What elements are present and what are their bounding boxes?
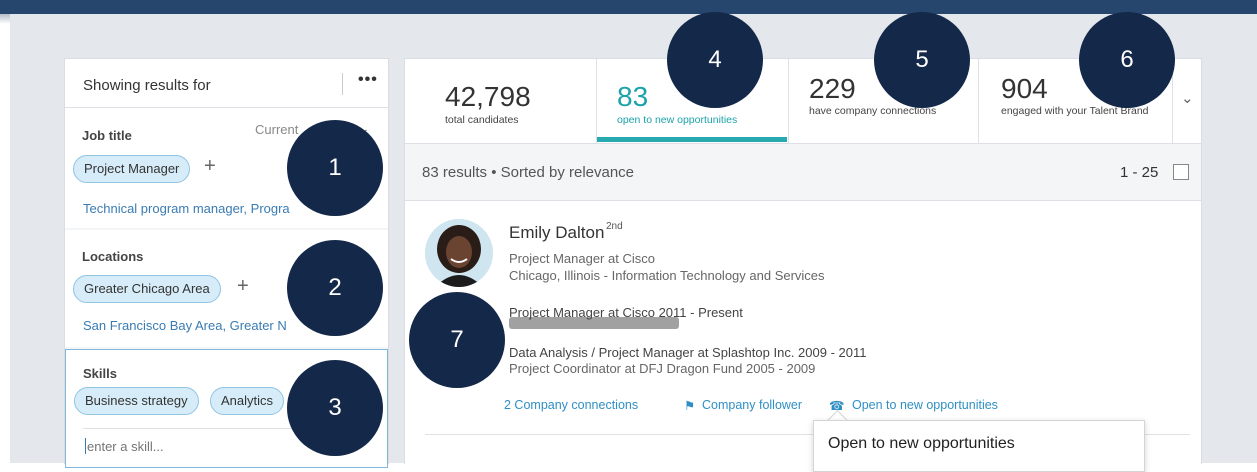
callout-5: 5 [874,12,970,108]
results-toolbar: 83 results • Sorted by relevance 1 - 25 [405,144,1201,201]
callout-3: 3 [287,360,383,456]
stat-number: 83 [617,81,649,112]
stat-divider [788,59,789,143]
avatar[interactable] [425,219,493,287]
stat-number: 904 [1001,73,1048,104]
more-options-icon[interactable]: ••• [358,71,378,89]
job-title-heading: Job title [82,128,132,143]
locations-heading: Locations [82,249,144,264]
tooltip: Open to new opportunities [813,420,1145,472]
skills-heading: Skills [83,366,117,381]
header-separator [342,73,343,95]
callout-1: 1 [287,120,383,216]
job-title-suggestions[interactable]: Technical program manager, Progra [83,201,290,216]
filter-panel-header: Showing results for ••• [65,59,388,108]
top-navigation-bar [0,0,1257,14]
stat-caption: open to new opportunities [617,114,738,126]
connection-degree: 2nd [606,221,623,232]
experience-item: Data Analysis / Project Manager at Splas… [509,345,867,360]
results-summary: 83 results • Sorted by relevance [422,164,635,181]
showing-results-label: Showing results for [83,77,211,94]
skill-pill-analytics[interactable]: Analytics [210,387,285,415]
add-job-title-icon[interactable]: + [204,155,216,178]
location-suggestions[interactable]: San Francisco Bay Area, Greater N [83,318,287,333]
current-dropdown-label[interactable]: Current [255,122,298,137]
location-pill[interactable]: Greater Chicago Area [73,275,221,303]
callout-7: 7 [409,292,505,388]
candidate-name-partial[interactable] [509,317,679,329]
results-range: 1 - 25 [1120,164,1159,181]
company-follower-link[interactable]: Company follower [702,398,802,412]
chevron-down-icon[interactable]: ⌄ [1181,89,1194,107]
callout-2: 2 [287,240,383,336]
text-caret [85,438,86,454]
experience-item: Project Coordinator at DFJ Dragon Fund 2… [509,361,816,376]
avatar-photo [425,219,493,287]
tooltip-text: Open to new opportunities [828,435,1015,452]
callout-6: 6 [1079,12,1175,108]
candidate-name[interactable]: Emily Dalton [509,223,604,243]
job-title-pill[interactable]: Project Manager [73,155,191,183]
candidate-location: Chicago, Illinois - Information Technolo… [509,268,825,283]
open-opportunities-link[interactable]: Open to new opportunities [852,398,998,412]
callout-4: 4 [667,12,763,108]
candidate-headline: Project Manager at Cisco [509,251,655,266]
select-all-checkbox[interactable] [1173,164,1189,180]
stat-number: 42,798 [445,81,531,112]
stat-caption: total candidates [445,114,519,126]
company-connections-link[interactable]: 2 Company connections [504,398,638,412]
add-location-icon[interactable]: + [237,275,249,298]
results-panel: 42,798 total candidates 83 open to new o… [404,58,1202,464]
skill-pill-business-strategy[interactable]: Business strategy [74,387,199,415]
stat-number: 229 [809,73,856,104]
stat-total-candidates[interactable]: 42,798 total candidates [445,59,595,143]
stat-divider [978,59,979,143]
stat-divider [596,59,597,143]
active-tab-indicator [597,137,787,142]
flag-icon: ⚑ [684,399,696,413]
